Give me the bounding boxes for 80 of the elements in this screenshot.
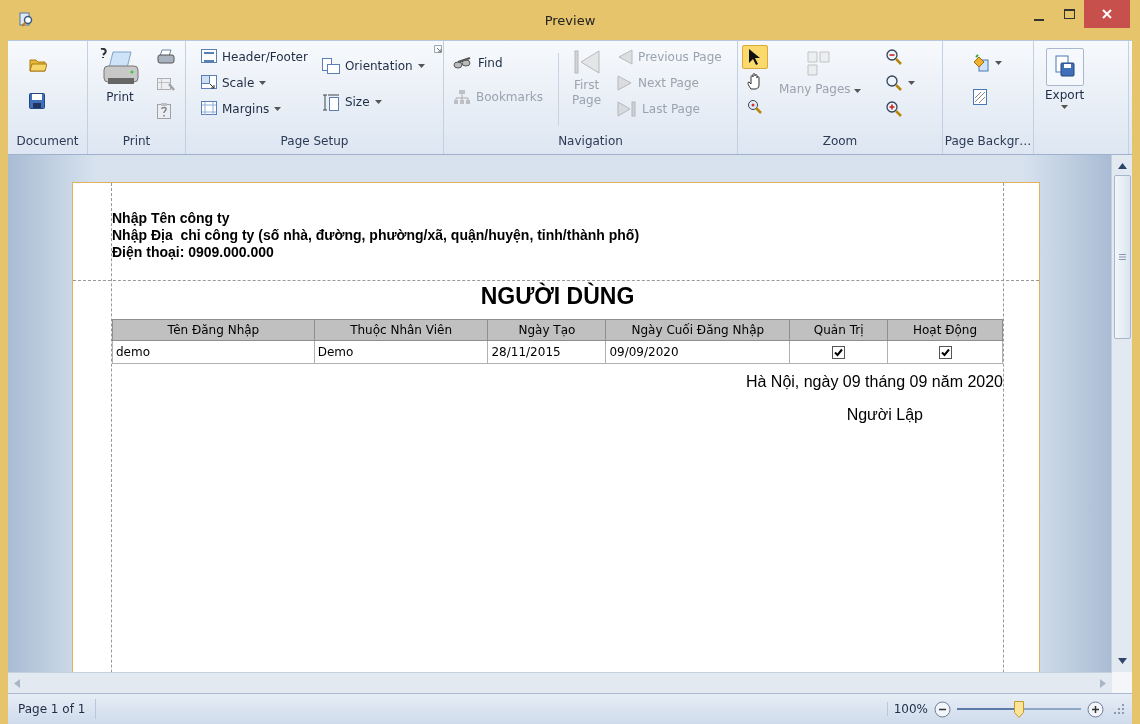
scroll-down-icon[interactable] (1117, 658, 1127, 664)
paint-bucket-icon (972, 54, 990, 72)
watermark-icon (972, 89, 988, 105)
group-label: Document (16, 134, 79, 148)
pointer-icon (747, 48, 761, 66)
orientation-button[interactable]: Orientation (316, 54, 430, 78)
last-page-icon (617, 101, 638, 117)
magnifier-icon (747, 99, 763, 115)
caret-icon (274, 107, 282, 111)
scale-button[interactable]: Scale (196, 71, 313, 95)
caret-icon (417, 64, 425, 68)
header-footer-icon (201, 49, 217, 65)
caret-icon (908, 81, 916, 85)
table-cell: 28/11/2015 (488, 340, 606, 364)
table-cell: Demo (314, 340, 488, 364)
column-header: Ngày Cuối Đăng Nhập (605, 319, 790, 341)
resize-grip-icon[interactable] (1114, 704, 1124, 714)
hand-icon (747, 73, 763, 91)
zoom-percentage: 100% (886, 702, 934, 716)
scroll-up-icon[interactable] (1117, 163, 1127, 169)
printer-icon (157, 49, 175, 65)
scrollbar-thumb[interactable] (1113, 175, 1131, 339)
company-info-text: Điện thoại: 0909.000.000 (112, 244, 275, 261)
group-label: Print (122, 134, 151, 148)
folder-icon (29, 58, 47, 72)
zoom-out-icon (885, 48, 904, 66)
print-button[interactable]: Print (92, 45, 148, 134)
scale-icon (201, 75, 217, 91)
column-header: Tên Đăng Nhập (112, 319, 315, 341)
close-icon (1102, 9, 1112, 19)
company-info-text: Nhập Địa chỉ công ty (số nhà, đường, phường/xã, quận/huyện, tỉnh/thành phố) (112, 227, 641, 244)
date-line: Hà Nội, ngày 09 tháng 09 năm 2020 (745, 373, 1003, 390)
header-footer-button[interactable]: Header/Footer (196, 45, 313, 69)
size-button[interactable]: Size (316, 90, 430, 114)
column-header: Ngày Tạo (488, 319, 606, 341)
signer-label: Người Lập (846, 406, 923, 423)
orientation-icon (321, 58, 340, 74)
vertical-scrollbar[interactable] (1111, 155, 1132, 672)
slider-thumb[interactable] (1014, 700, 1024, 718)
group-label: Navigation (558, 134, 623, 148)
group-label: Zoom (822, 134, 858, 148)
help-page-icon (157, 103, 171, 119)
window-title: Preview (544, 13, 596, 28)
previous-page-icon (617, 49, 634, 65)
margins-icon (201, 101, 217, 117)
group-label: Page Backgr… (944, 134, 1032, 148)
hierarchy-icon (453, 89, 471, 105)
report-title: NGƯỜI DÙNG (480, 283, 635, 309)
column-header: Thuộc Nhân Viên (314, 319, 488, 341)
margins-button[interactable]: Margins (196, 97, 313, 121)
caret-icon (995, 61, 1002, 65)
column-header: Hoạt Động (887, 319, 1003, 341)
column-header: Quản Trị (789, 319, 888, 341)
zoom-out-button[interactable] (934, 700, 951, 718)
page-size-icon (321, 93, 340, 111)
minimize-icon (1034, 19, 1044, 21)
table-cell: 09/09/2020 (605, 340, 790, 364)
next-page-icon (617, 75, 634, 91)
page-settings-icon (157, 76, 175, 92)
magnifier-page-icon (18, 12, 34, 28)
table-cell: demo (112, 340, 315, 364)
save-icon (29, 93, 45, 109)
maximize-icon (1063, 9, 1075, 19)
caret-icon (259, 81, 267, 85)
group-label: Page Setup (280, 134, 349, 148)
caret-icon (854, 89, 862, 93)
close-button[interactable] (1084, 0, 1130, 28)
company-info-text: Nhập Tên công ty (112, 210, 231, 227)
caret-icon (374, 100, 382, 104)
page-indicator: Page 1 of 1 (8, 699, 97, 719)
first-page-icon (572, 48, 601, 76)
launcher-icon (433, 45, 442, 53)
binoculars-icon (453, 57, 473, 69)
find-button[interactable]: Find (448, 51, 549, 75)
zoom-icon (885, 74, 904, 92)
zoom-in-button[interactable] (1087, 700, 1104, 718)
pointer-tool-button[interactable] (742, 45, 768, 69)
caret-icon (1061, 105, 1069, 109)
export-button[interactable]: Export (1038, 45, 1092, 134)
zoom-in-icon (885, 100, 904, 118)
